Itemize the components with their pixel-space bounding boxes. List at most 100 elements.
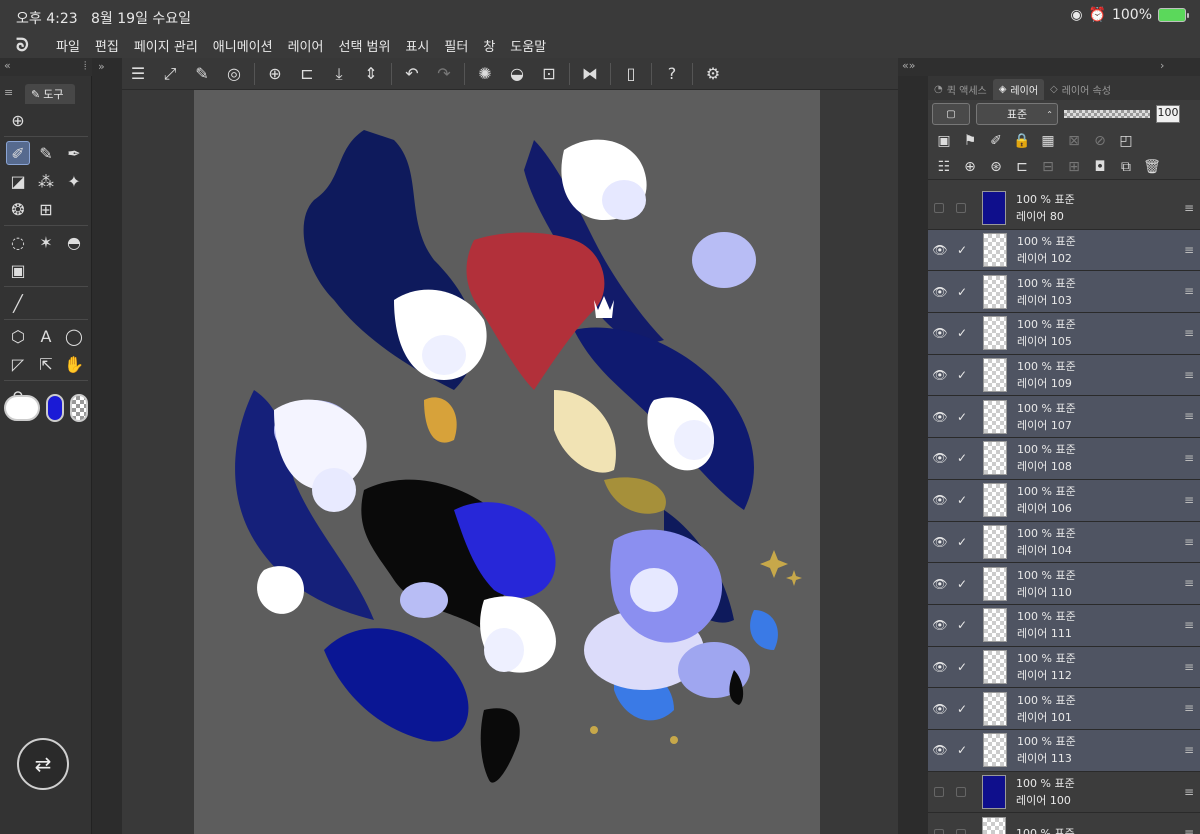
tab-quick-access[interactable]: ◔ 퀵 액세스 — [928, 79, 993, 100]
grid-tool-icon[interactable]: ⊞ — [34, 197, 58, 221]
apply-mask-icon[interactable]: ⧉ — [1116, 159, 1136, 175]
clip-icon[interactable]: ▣ — [934, 133, 954, 149]
visibility-box[interactable] — [934, 786, 944, 797]
layer-drag-handle-icon[interactable]: ≡ — [1184, 284, 1194, 298]
layer-row[interactable]: 👁 ✓ 100 % 표준 레이어 108 ≡ — [928, 438, 1200, 480]
menu-selection[interactable]: 선택 범위 — [338, 36, 390, 55]
menu-window[interactable]: 창 — [483, 36, 495, 55]
3d-object-icon[interactable]: ⬡ — [6, 324, 30, 348]
pencil-tool-icon[interactable]: ✎ — [34, 141, 58, 165]
layer-drag-handle-icon[interactable]: ≡ — [1184, 451, 1194, 465]
collapse-right-icon[interactable]: «» — [902, 59, 915, 72]
menu-file[interactable]: 파일 — [56, 36, 80, 55]
delete-layer-icon[interactable]: 🗑 — [1142, 159, 1162, 175]
layer-drag-handle-icon[interactable]: ≡ — [1184, 576, 1194, 590]
edit-box[interactable] — [956, 828, 966, 834]
layer-drag-handle-icon[interactable]: ≡ — [1184, 243, 1194, 257]
clip-studio-logo-icon[interactable]: ᘐ — [16, 35, 44, 56]
swap-devices-icon[interactable]: ⇄ — [17, 738, 69, 790]
canvas-area[interactable] — [122, 90, 898, 834]
flip-horizontal-icon[interactable]: ⧓ — [574, 60, 606, 88]
edit-icon[interactable]: ✎ — [186, 60, 218, 88]
layer-drag-handle-icon[interactable]: ≡ — [1184, 326, 1194, 340]
blend-mode-select[interactable]: 표준 — [976, 103, 1058, 125]
layer-row[interactable]: 👁 ✓ 100 % 표준 레이어 112 ≡ — [928, 646, 1200, 689]
opacity-slider[interactable] — [1064, 110, 1150, 118]
airbrush-tool-icon[interactable]: ⁂ — [34, 169, 58, 193]
tab-layer-property[interactable]: ◇ 레이어 속성 — [1044, 79, 1117, 100]
sparkle-tool-icon[interactable]: ✦ — [62, 169, 86, 193]
fit-screen-icon[interactable]: ⤢ — [154, 60, 186, 88]
layer-row[interactable]: 👁 ✓ 100 % 표준 레이어 103 ≡ — [928, 271, 1200, 314]
layer-list[interactable]: 100 % 표준 레이어 80 ≡ 👁 ✓ 100 % 표준 레이어 102 ≡ 👁 ✓… — [928, 188, 1200, 834]
layer-drag-handle-icon[interactable]: ≡ — [1184, 409, 1194, 423]
edit-check-icon[interactable]: ✓ — [951, 660, 973, 674]
visibility-eye-icon[interactable]: 👁 — [929, 493, 951, 507]
up-down-icon[interactable]: ⇕ — [355, 60, 387, 88]
layer-row[interactable]: 👁 ✓ 100 % 표준 레이어 105 ≡ — [928, 313, 1200, 355]
menu-view[interactable]: 표시 — [405, 36, 429, 55]
layer-row[interactable]: 👁 ✓ 100 % 표준 레이어 111 ≡ — [928, 604, 1200, 647]
menu-edit[interactable]: 편집 — [95, 36, 119, 55]
layer-row[interactable]: 👁 ✓ 100 % 표준 레이어 109 ≡ — [928, 354, 1200, 397]
edit-check-icon[interactable]: ✓ — [951, 410, 973, 424]
opacity-value[interactable]: 100 — [1156, 105, 1180, 123]
transform-icon[interactable]: ⊡ — [533, 60, 565, 88]
layer-row[interactable]: 👁 ✓ 100 % 표준 레이어 104 ≡ — [928, 521, 1200, 564]
menu-icon[interactable]: ☰ — [122, 60, 154, 88]
edit-box[interactable] — [956, 203, 966, 214]
visibility-eye-icon[interactable]: 👁 — [929, 577, 951, 591]
balloon-tool-icon[interactable]: ◯ — [62, 324, 86, 348]
visibility-eye-icon[interactable]: 👁 — [929, 326, 951, 340]
settings-icon[interactable]: ⚙ — [697, 60, 729, 88]
expand-icon[interactable]: » — [98, 60, 105, 73]
edit-check-icon[interactable]: ✓ — [951, 451, 973, 465]
new-vector-layer-icon[interactable]: ⊛ — [986, 159, 1006, 175]
visibility-eye-icon[interactable]: 👁 — [929, 243, 951, 257]
redo-icon[interactable]: ↷ — [428, 60, 460, 88]
layer-drag-handle-icon[interactable]: ≡ — [1184, 785, 1194, 799]
edit-check-icon[interactable]: ✓ — [951, 577, 973, 591]
merge-down-icon[interactable]: ⊟ — [1038, 159, 1058, 175]
new-canvas-icon[interactable]: ⊕ — [259, 60, 291, 88]
visibility-eye-icon[interactable]: 👁 — [929, 535, 951, 549]
merge-selected-icon[interactable]: ⊞ — [1064, 159, 1084, 175]
visibility-eye-icon[interactable]: 👁 — [929, 702, 951, 716]
layer-row[interactable]: 100 % 표준 ≡ — [928, 813, 1200, 834]
edit-check-icon[interactable]: ✓ — [951, 326, 973, 340]
lock-transparent-icon[interactable]: ▦ — [1038, 133, 1058, 149]
new-folder-icon[interactable]: ⊏ — [1012, 159, 1032, 175]
loading-icon[interactable]: ✺ — [469, 60, 501, 88]
visibility-box[interactable] — [934, 828, 944, 834]
edit-check-icon[interactable]: ✓ — [951, 285, 973, 299]
drag-handle-icon[interactable]: ⦙ — [84, 59, 86, 73]
canvas-paper[interactable] — [194, 90, 820, 834]
move-tool-icon[interactable]: ⇱ — [34, 352, 58, 376]
menu-filter[interactable]: 필터 — [444, 36, 468, 55]
tab-layer[interactable]: ◈ 레이어 — [992, 79, 1045, 100]
visibility-eye-icon[interactable]: 👁 — [929, 743, 951, 757]
mask-icon[interactable]: ⊠ — [1064, 133, 1084, 149]
collapse-left-icon[interactable]: « — [4, 59, 11, 72]
menu-layer[interactable]: 레이어 — [288, 36, 324, 55]
layer-drag-handle-icon[interactable]: ≡ — [1184, 201, 1194, 215]
reference-layer-icon[interactable]: ⚑ — [960, 133, 980, 149]
visibility-eye-icon[interactable]: 👁 — [929, 410, 951, 424]
phone-icon[interactable]: ▯ — [615, 60, 647, 88]
new-raster-layer-icon[interactable]: ⊕ — [960, 159, 980, 175]
layer-row[interactable]: 👁 ✓ 100 % 표준 레이어 110 ≡ — [928, 563, 1200, 605]
edit-check-icon[interactable]: ✓ — [951, 702, 973, 716]
visibility-eye-icon[interactable]: 👁 — [929, 368, 951, 382]
save-icon[interactable]: ⤓ — [323, 60, 355, 88]
edit-check-icon[interactable]: ✓ — [951, 368, 973, 382]
sub-color-swatch[interactable] — [46, 394, 64, 422]
layer-row[interactable]: 👁 ✓ 100 % 표준 레이어 102 ≡ — [928, 229, 1200, 272]
layer-drag-handle-icon[interactable]: ≡ — [1184, 368, 1194, 382]
layer-row[interactable]: 100 % 표준 레이어 100 ≡ — [928, 771, 1200, 814]
visibility-eye-icon[interactable]: 👁 — [929, 451, 951, 465]
layer-color-box[interactable]: ▢ — [932, 103, 970, 125]
draft-icon[interactable]: ✐ — [986, 133, 1006, 149]
undo-icon[interactable]: ↶ — [396, 60, 428, 88]
lock-icon[interactable]: 🔒 — [1012, 133, 1032, 149]
layer-row[interactable]: 👁 ✓ 100 % 표준 레이어 101 ≡ — [928, 688, 1200, 730]
